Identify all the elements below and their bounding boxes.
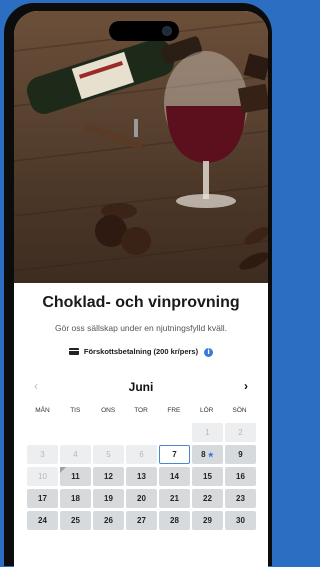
calendar-day-number: 24: [38, 516, 47, 525]
phone-frame: Choklad- och vinprovning Gör oss sällska…: [4, 3, 272, 567]
calendar-day-number: 3: [40, 450, 45, 459]
calendar-day-number: 22: [203, 494, 212, 503]
calendar-day-number: 25: [71, 516, 80, 525]
calendar-day: 1: [192, 423, 223, 442]
prepayment-label: Förskottsbetalning (200 kr/pers): [83, 347, 199, 356]
calendar-day[interactable]: 13: [126, 467, 157, 486]
calendar-day: 5: [93, 445, 124, 464]
calendar-day[interactable]: 7: [159, 445, 190, 464]
weekday-label: TOR: [134, 407, 148, 414]
calendar-empty-cell: [60, 423, 91, 442]
calendar-day[interactable]: 18: [60, 489, 91, 508]
calendar-day[interactable]: 26: [93, 511, 124, 530]
app-screen: Choklad- och vinprovning Gör oss sällska…: [14, 11, 268, 567]
calendar-day[interactable]: 16: [225, 467, 256, 486]
calendar-day: 3: [27, 445, 58, 464]
calendar-day: 2: [225, 423, 256, 442]
calendar-day[interactable]: 25: [60, 511, 91, 530]
calendar-day: 4: [60, 445, 91, 464]
star-icon: ★: [207, 451, 214, 459]
calendar-day-number: 15: [203, 472, 212, 481]
calendar-day-number: 28: [170, 516, 179, 525]
calendar-day-number: 7: [172, 450, 177, 459]
calendar-day-number: 30: [236, 516, 245, 525]
calendar-day[interactable]: 20: [126, 489, 157, 508]
event-title: Choklad- och vinprovning: [42, 294, 240, 311]
calendar-day[interactable]: 27: [126, 511, 157, 530]
weekday-header-row: MÅN TIS ONS TOR FRE LÖR SÖN: [26, 407, 256, 414]
event-subtitle: Gör oss sällskap under en njutningsfylld…: [55, 323, 227, 333]
calendar-day: 10: [27, 467, 58, 486]
calendar-empty-cell: [126, 423, 157, 442]
next-month-button[interactable]: ›: [244, 379, 248, 393]
calendar-day[interactable]: 22: [192, 489, 223, 508]
calendar-day-number: 1: [205, 428, 210, 437]
calendar-header: ‹ Juni ›: [28, 379, 254, 399]
calendar-day[interactable]: 9: [225, 445, 256, 464]
calendar-day-number: 4: [73, 450, 78, 459]
calendar-day[interactable]: 28: [159, 511, 190, 530]
weekday-label: SÖN: [232, 407, 247, 414]
calendar-day-number: 11: [71, 472, 80, 481]
calendar-day-number: 6: [139, 450, 144, 459]
calendar-day[interactable]: 8 ★: [192, 445, 223, 464]
calendar-day-number: 8: [201, 450, 206, 459]
calendar-day[interactable]: 19: [93, 489, 124, 508]
weekday-label: TIS: [70, 407, 81, 414]
camera-lens-icon: [162, 26, 172, 36]
calendar-day-number: 26: [104, 516, 113, 525]
credit-card-icon: [68, 348, 79, 355]
hero-image: [14, 11, 268, 283]
calendar-day-grid: 1 2 3 4 5 6 7 8 ★ 9 10 11 12 13 14 15 16 17 18 19 20 21 22 23 24…: [27, 423, 257, 530]
calendar-day[interactable]: 17: [27, 489, 58, 508]
calendar-day-number: 29: [203, 516, 212, 525]
calendar-empty-cell: [159, 423, 190, 442]
calendar-day[interactable]: 14: [159, 467, 190, 486]
calendar-day[interactable]: 29: [192, 511, 223, 530]
info-icon[interactable]: i: [204, 348, 214, 357]
calendar-day-number: 17: [38, 494, 47, 503]
calendar-empty-cell: [93, 423, 124, 442]
calendar-month-label: Juni: [128, 380, 154, 394]
calendar-empty-cell: [27, 423, 58, 442]
calendar-day-number: 21: [170, 494, 179, 503]
calendar-day-number: 27: [137, 516, 146, 525]
weekday-label: LÖR: [200, 407, 214, 414]
calendar-day-number: 19: [104, 494, 113, 503]
calendar-day-number: 5: [106, 450, 111, 459]
calendar-day-number: 18: [71, 494, 80, 503]
calendar-day[interactable]: 23: [225, 489, 256, 508]
weekday-label: MÅN: [35, 407, 50, 414]
calendar-day-number: 14: [170, 472, 179, 481]
calendar-day-number: 10: [38, 472, 47, 481]
calendar-day[interactable]: 11: [60, 467, 91, 486]
calendar-day[interactable]: 12: [93, 467, 124, 486]
wine-chocolate-illustration: [14, 20, 268, 272]
calendar-day[interactable]: 30: [225, 511, 256, 530]
prepayment-info: Förskottsbetalning (200 kr/pers) i: [14, 347, 268, 357]
calendar-day-number: 23: [236, 494, 245, 503]
calendar-day-number: 16: [236, 472, 245, 481]
weekday-label: ONS: [101, 407, 116, 414]
calendar-day[interactable]: 24: [27, 511, 58, 530]
calendar-day-number: 20: [137, 494, 146, 503]
calendar-day[interactable]: 21: [159, 489, 190, 508]
calendar-day-number: 13: [137, 472, 146, 481]
calendar-day-number: 12: [104, 472, 113, 481]
calendar-day-number: 9: [238, 450, 243, 459]
calendar-day[interactable]: 15: [192, 467, 223, 486]
weekday-label: FRE: [167, 407, 181, 414]
calendar-day-number: 2: [238, 428, 243, 437]
calendar-day: 6: [126, 445, 157, 464]
